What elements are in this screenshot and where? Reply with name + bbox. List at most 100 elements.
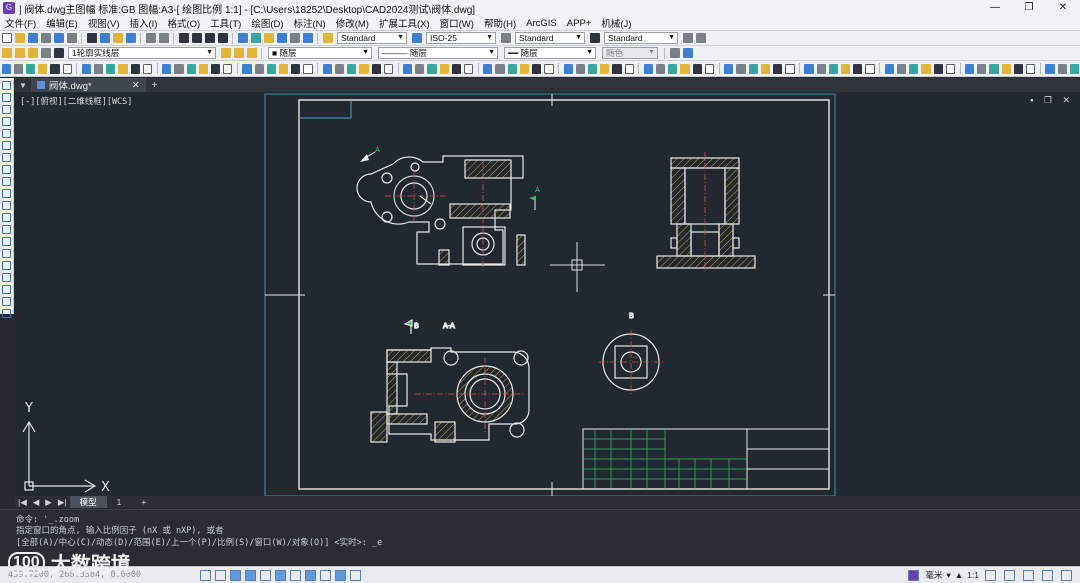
copy-object-icon[interactable] — [254, 63, 264, 74]
leader-edit-icon[interactable] — [695, 33, 706, 43]
menu-help[interactable]: 帮助(H) — [479, 16, 521, 30]
export-icon[interactable] — [1057, 63, 1067, 74]
palette-ellipse-arc-icon[interactable] — [2, 201, 11, 210]
palette-region-icon[interactable] — [2, 273, 11, 282]
menu-edit[interactable]: 编辑(E) — [41, 16, 83, 30]
close-tab-icon[interactable]: ✕ — [132, 80, 140, 91]
command-prompt-line[interactable]: [全部(A)/中心(C)/动态(D)/范围(E)/上一个(P)/比例(S)/窗口… — [16, 536, 382, 548]
menu-format[interactable]: 格式(O) — [162, 16, 205, 30]
cut-icon[interactable] — [86, 33, 97, 43]
layer-previous-icon[interactable] — [233, 48, 244, 58]
new-file-icon[interactable] — [1, 33, 12, 43]
lock-icon[interactable] — [40, 48, 51, 58]
menu-arcgis[interactable]: ArcGIS — [521, 18, 562, 29]
add-layout-button[interactable]: + — [131, 496, 156, 508]
chamfer-icon[interactable] — [415, 63, 425, 74]
fillet-icon[interactable] — [427, 63, 437, 74]
publish-icon[interactable] — [1045, 63, 1055, 74]
plotstyle-select[interactable]: 随色 ▼ — [602, 47, 658, 59]
qselect-icon[interactable] — [1069, 63, 1079, 74]
palette-add-selected-icon[interactable] — [2, 309, 11, 318]
layer-freeze-icon[interactable] — [772, 63, 783, 74]
palette-table-icon[interactable] — [2, 285, 11, 294]
minimize-button[interactable]: — — [978, 0, 1012, 16]
layer-properties-icon[interactable] — [724, 63, 734, 74]
units-dropdown-icon[interactable]: ▾ — [946, 570, 950, 581]
dim-edit-icon[interactable] — [668, 63, 678, 74]
markup-icon[interactable] — [289, 33, 300, 43]
menu-window[interactable]: 窗口(W) — [435, 16, 479, 30]
named-views-icon[interactable] — [965, 63, 975, 74]
tool-palette-icon[interactable] — [263, 33, 274, 43]
move-icon[interactable] — [303, 63, 313, 74]
point-icon[interactable] — [162, 63, 172, 74]
dim-text-edit-icon[interactable] — [680, 63, 690, 74]
palette-line-icon[interactable] — [2, 81, 11, 90]
prev-layout-button[interactable]: ◀ — [30, 497, 43, 508]
palette-xline-icon[interactable] — [2, 93, 11, 102]
dim-style-select[interactable]: ISO-25 ▼ — [426, 32, 496, 44]
dim-angular-icon[interactable] — [544, 63, 554, 74]
array-icon[interactable] — [291, 63, 301, 74]
layer-manager-icon[interactable] — [1, 48, 12, 58]
hatch-icon[interactable] — [174, 63, 184, 74]
open-folder-icon[interactable] — [14, 33, 25, 43]
polar-toggle-icon[interactable] — [245, 569, 256, 581]
polygon-icon[interactable] — [38, 63, 48, 74]
palette-ellipse-icon[interactable] — [2, 189, 11, 198]
dim-radius-icon[interactable] — [507, 63, 517, 74]
continue-dim-icon[interactable] — [587, 63, 598, 74]
layer-walk-icon[interactable] — [760, 63, 770, 74]
dim-update-icon[interactable] — [692, 63, 702, 74]
tolerance-icon[interactable] — [624, 63, 634, 74]
circle-icon[interactable] — [81, 63, 91, 74]
table-style-select[interactable]: Standard ▼ — [515, 32, 585, 44]
layer-delete-icon[interactable] — [841, 63, 851, 74]
line-icon[interactable] — [1, 63, 11, 74]
menu-insert[interactable]: 插入(I) — [124, 16, 162, 30]
transparency-toggle-icon[interactable] — [320, 569, 331, 581]
palette-rectangle-icon[interactable] — [2, 129, 11, 138]
zoom-window-icon[interactable] — [204, 33, 215, 43]
lineweight-toggle-icon[interactable] — [290, 569, 301, 581]
customization-icon[interactable] — [1061, 569, 1072, 581]
arc-icon[interactable] — [62, 63, 72, 74]
lock-ui-icon[interactable] — [1004, 569, 1015, 581]
maximize-button[interactable]: ❐ — [1012, 0, 1046, 16]
break-icon[interactable] — [383, 63, 394, 74]
color-select[interactable]: ■ 随层 ▼ — [268, 47, 372, 59]
menu-draw[interactable]: 绘图(D) — [246, 16, 288, 30]
material-icon[interactable] — [1001, 63, 1011, 74]
trim-icon[interactable] — [359, 63, 369, 74]
properties-icon[interactable] — [237, 33, 248, 43]
print-preview-icon[interactable] — [66, 33, 77, 43]
list-icon[interactable] — [909, 63, 919, 74]
layer-isolate-icon[interactable] — [246, 48, 257, 58]
palette-arc-icon[interactable] — [2, 141, 11, 150]
pan-icon[interactable] — [178, 33, 189, 43]
layer-select[interactable]: 1轮廓实线层 ▼ — [68, 47, 216, 59]
gradient-icon[interactable] — [186, 63, 196, 74]
save-as-icon[interactable] — [40, 33, 51, 43]
leader-icon[interactable] — [682, 33, 693, 43]
layer-lock-icon[interactable] — [804, 63, 814, 74]
menu-dimension[interactable]: 标注(N) — [289, 16, 331, 30]
palette-cloud-icon[interactable] — [2, 165, 11, 174]
tab-model[interactable]: 模型 — [69, 496, 107, 508]
model-space-icon[interactable] — [669, 48, 680, 58]
viewport-window-controls[interactable]: ▪ ❐ ✕ — [1030, 95, 1074, 106]
layer-unlock-icon[interactable] — [816, 63, 826, 74]
mass-properties-icon[interactable] — [933, 63, 943, 74]
document-tab[interactable]: 阀体.dwg* ✕ — [30, 78, 146, 92]
distance-icon[interactable] — [884, 63, 894, 74]
viewport-icon[interactable] — [682, 48, 693, 58]
light-icon[interactable] — [1013, 63, 1024, 74]
id-point-icon[interactable] — [921, 63, 931, 74]
mirror-icon[interactable] — [266, 63, 276, 74]
isolate-objects-icon[interactable] — [1023, 569, 1034, 581]
layer-off-icon[interactable] — [785, 63, 795, 74]
dim-break-icon[interactable] — [612, 63, 622, 74]
calculator-icon[interactable] — [276, 33, 287, 43]
dim-style-control-icon[interactable] — [704, 63, 715, 74]
paste-icon[interactable] — [112, 33, 123, 43]
